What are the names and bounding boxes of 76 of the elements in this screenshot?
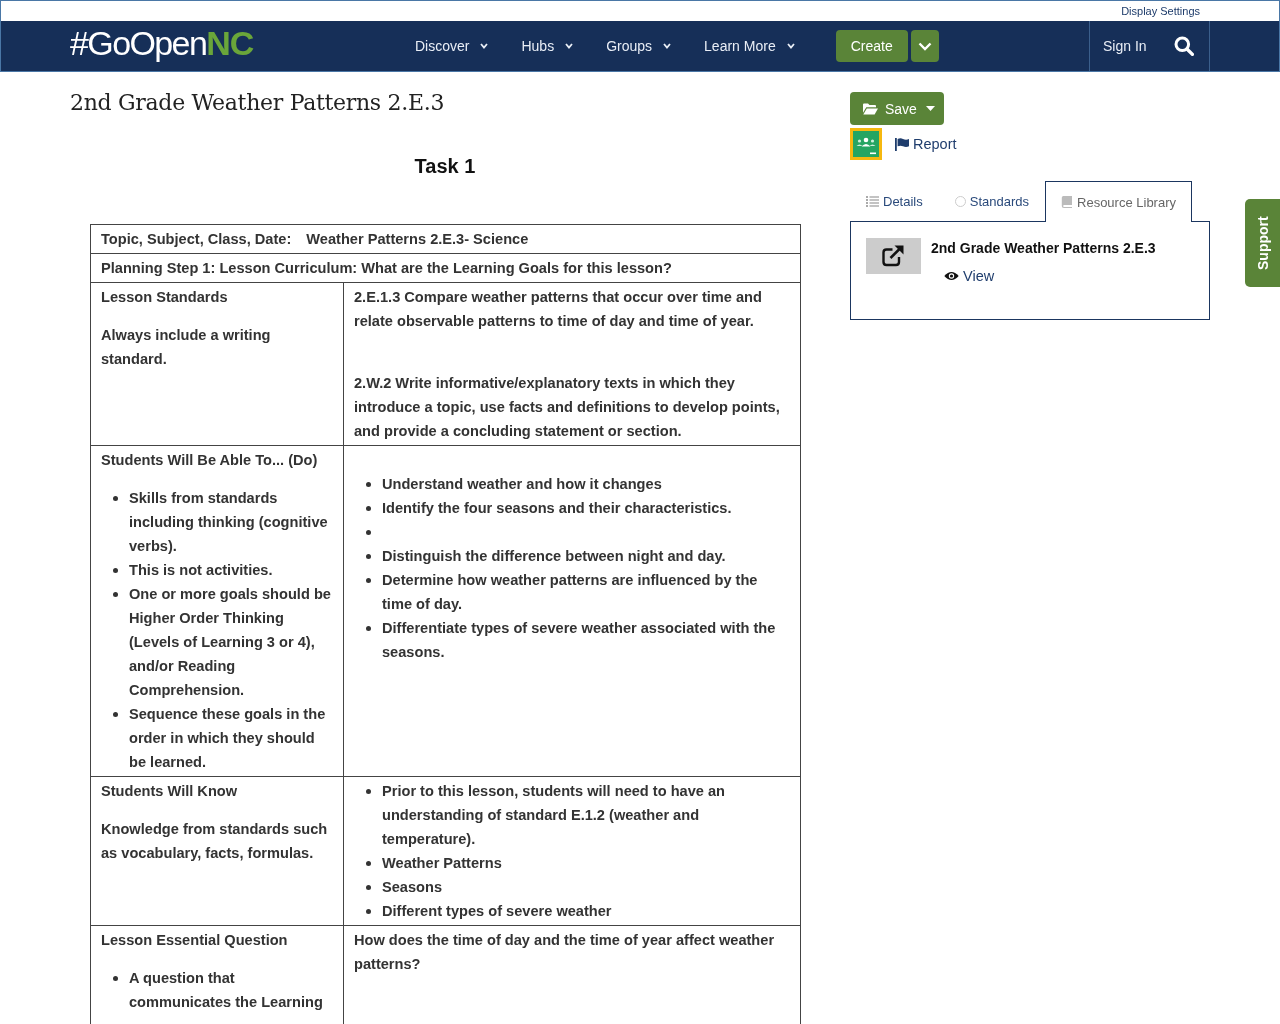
bullet-icon (366, 885, 371, 890)
search-button[interactable] (1174, 36, 1194, 56)
bullet-icon (366, 482, 371, 487)
chevron-down-icon (917, 41, 932, 51)
list-item: A question that communicates the Learning (129, 969, 324, 1012)
field-value: Weather Patterns 2.E.3- Science (306, 231, 529, 247)
bullet-icon (113, 976, 118, 981)
sidebar-tab[interactable]: Details (850, 181, 939, 221)
chevron-down-icon (565, 43, 574, 49)
bullet-icon (366, 578, 371, 583)
bullet-icon (366, 789, 371, 794)
view-link[interactable]: View (944, 266, 995, 286)
sidebar-tab[interactable]: Resource Library (1045, 181, 1192, 222)
list-item: Understand weather and how it changes (382, 475, 663, 494)
bullet-icon (366, 626, 371, 631)
bullet-icon (113, 592, 118, 597)
cell-text: Always include a writing standard. (101, 326, 272, 369)
list-item: This is not activities. (129, 561, 274, 580)
search-icon (1174, 36, 1194, 56)
cell-text: How does the time of day and the time of year affect weather patterns? (354, 931, 776, 974)
bullet-icon (366, 530, 371, 535)
folder-open-icon (863, 102, 878, 115)
list-item: Skills from standards including thinking (cognitive verbs). (129, 489, 329, 556)
bullet-icon (366, 909, 371, 914)
list-item: Sequence these goals in the order in which they should be learned. (129, 705, 327, 772)
nav-menu-link[interactable]: Groups (606, 36, 672, 56)
save-button[interactable]: Save (850, 92, 944, 125)
bullet-icon (113, 568, 118, 573)
bullet-icon (113, 496, 118, 501)
list-item: Distinguish the difference between night and day. (382, 547, 727, 566)
list-item: Different types of severe weather (382, 902, 613, 921)
list-item: Prior to this lesson, students will need to have an understanding of standard E.1.2 (weather and temperature). (382, 782, 727, 849)
book-icon (1061, 196, 1073, 208)
sign-in-link[interactable]: Sign In (1090, 36, 1147, 56)
chevron-down-icon (480, 43, 489, 49)
chevron-down-icon (786, 43, 795, 49)
list-item: Differentiate types of severe weather associated with the seasons. (382, 619, 777, 662)
presenter-icon[interactable] (850, 128, 882, 160)
bullet-icon (113, 712, 118, 717)
caret-down-icon (925, 106, 935, 111)
bullet-icon (366, 506, 371, 511)
report-link[interactable]: Report (895, 134, 957, 154)
site-logo[interactable]: #GoOpenNC (70, 25, 254, 61)
external-link-icon (866, 238, 921, 274)
list-icon (866, 196, 879, 207)
cell-text: 2.E.1.3 Compare weather patterns that occur over time and relate observable patterns to time of day and time of year. (354, 288, 763, 331)
list-item: Weather Patterns (382, 854, 503, 873)
support-tab[interactable]: Support (1245, 199, 1280, 287)
field-label: Topic, Subject, Class, Date: (101, 231, 292, 247)
chevron-down-icon (663, 43, 672, 49)
create-menu-button[interactable] (910, 30, 939, 62)
list-item: Determine how weather patterns are influenced by the time of day. (382, 571, 759, 614)
list-item: Identify the four seasons and their characteristics. (382, 499, 733, 518)
nav-menu-link[interactable]: Learn More (704, 36, 795, 56)
bullet-icon (366, 861, 371, 866)
cell-text: Lesson Essential Question (101, 931, 289, 950)
list-item: Seasons (382, 878, 444, 897)
cell-text: Students Will Be Able To... (Do) (101, 451, 319, 470)
nav-menu-link[interactable]: Discover (415, 36, 489, 56)
resource-item-title: 2nd Grade Weather Patterns 2.E.3 (931, 239, 1156, 258)
circle-icon (954, 196, 966, 207)
nav-menu-link[interactable]: Hubs (521, 36, 574, 56)
bullet-icon (366, 554, 371, 559)
cell-text: 2.W.2 Write informative/explanatory texts in which they introduce a topic, use facts and definitions to develop points, and provide a concluding statement or section. (354, 374, 781, 441)
create-button[interactable]: Create (835, 30, 908, 62)
resource-title: 2nd Grade Weather Patterns 2.E.3 (70, 89, 446, 117)
table-cell: Planning Step 1: Lesson Curriculum: What are the Learning Goals for this lesson? (90, 253, 801, 283)
flag-icon (895, 137, 909, 151)
sidebar-tab[interactable]: Standards (938, 181, 1045, 221)
cell-text: Knowledge from standards such as vocabulary, facts, formulas. (101, 820, 329, 863)
cell-text: Students Will Know (101, 782, 239, 801)
task-heading: Task 1 (413, 154, 477, 178)
eye-icon (944, 271, 959, 281)
display-settings-link[interactable]: Display Settings (1121, 4, 1200, 18)
list-item: One or more goals should be Higher Order Thinking (Levels of Learning 3 or 4), and/or Reading Comprehension. (129, 585, 332, 700)
cell-text: Lesson Standards (101, 288, 229, 307)
